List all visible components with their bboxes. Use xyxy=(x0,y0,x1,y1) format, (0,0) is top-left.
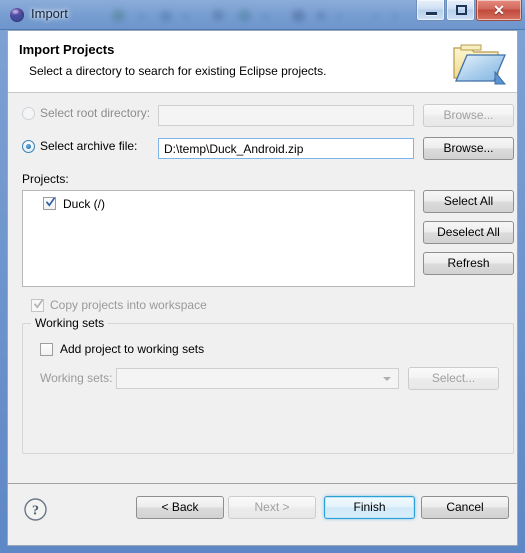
root-directory-row: Select root directory: Browse... xyxy=(8,104,517,127)
projects-list[interactable]: Duck (/) xyxy=(22,190,415,287)
radio-select-archive-file-label: Select archive file: xyxy=(40,139,138,153)
radio-select-root-directory[interactable] xyxy=(22,107,35,120)
dialog-body: Select root directory: Browse... Select … xyxy=(8,93,517,483)
checkmark-icon xyxy=(34,299,43,309)
project-name: Duck (/) xyxy=(63,197,105,211)
archive-file-browse-button[interactable]: Browse... xyxy=(423,137,514,160)
maximize-icon xyxy=(456,5,467,15)
finish-button[interactable]: Finish xyxy=(324,496,415,519)
close-button[interactable]: ✕ xyxy=(476,0,522,21)
title-bar[interactable]: Import ✕ xyxy=(0,0,525,30)
working-sets-select-button[interactable]: Select... xyxy=(408,367,499,390)
copy-projects-label: Copy projects into workspace xyxy=(50,298,207,312)
add-to-working-sets-label: Add project to working sets xyxy=(60,342,205,356)
wizard-header: Import Projects Select a directory to se… xyxy=(8,31,517,93)
root-directory-input[interactable] xyxy=(158,105,414,126)
eclipse-sphere-icon xyxy=(9,7,25,23)
minimize-icon xyxy=(426,12,437,15)
import-dialog-window: Import ✕ Import Projects Select a direct… xyxy=(0,0,525,553)
checkmark-icon xyxy=(46,197,55,207)
archive-file-row: Select archive file: D:\temp\Duck_Androi… xyxy=(8,137,517,160)
chevron-down-icon xyxy=(383,377,391,381)
copy-projects-checkbox[interactable] xyxy=(31,299,44,312)
cancel-button[interactable]: Cancel xyxy=(421,496,509,519)
root-directory-browse-button[interactable]: Browse... xyxy=(423,104,514,127)
deselect-all-button[interactable]: Deselect All xyxy=(423,221,514,244)
working-sets-combo-label: Working sets: xyxy=(40,371,113,385)
radio-select-archive-file[interactable] xyxy=(22,140,35,153)
window-title: Import xyxy=(31,6,68,21)
project-checkbox[interactable] xyxy=(43,197,56,210)
next-button[interactable]: Next > xyxy=(228,496,316,519)
dialog-client-area: Import Projects Select a directory to se… xyxy=(7,30,518,546)
add-to-working-sets-checkbox[interactable] xyxy=(40,343,53,356)
select-all-button[interactable]: Select All xyxy=(423,190,514,213)
page-title: Import Projects xyxy=(19,42,115,57)
working-sets-combo[interactable] xyxy=(116,368,399,389)
minimize-button[interactable] xyxy=(416,0,445,21)
maximize-button[interactable] xyxy=(446,0,475,21)
radio-select-root-directory-label: Select root directory: xyxy=(40,106,151,120)
close-icon: ✕ xyxy=(493,2,505,18)
working-sets-group: Working sets Add project to working sets… xyxy=(22,316,514,454)
archive-file-input[interactable]: D:\temp\Duck_Android.zip xyxy=(158,138,414,159)
projects-label: Projects: xyxy=(22,172,69,186)
svg-text:?: ? xyxy=(32,504,39,519)
refresh-button[interactable]: Refresh xyxy=(423,252,514,275)
dialog-footer: ? < Back Next > Finish Cancel xyxy=(8,484,517,545)
window-controls: ✕ xyxy=(415,0,522,22)
back-button[interactable]: < Back xyxy=(136,496,224,519)
open-folder-icon xyxy=(447,34,509,90)
page-subtitle: Select a directory to search for existin… xyxy=(29,64,327,78)
working-sets-group-title: Working sets xyxy=(31,316,109,330)
help-button[interactable]: ? xyxy=(23,497,48,522)
